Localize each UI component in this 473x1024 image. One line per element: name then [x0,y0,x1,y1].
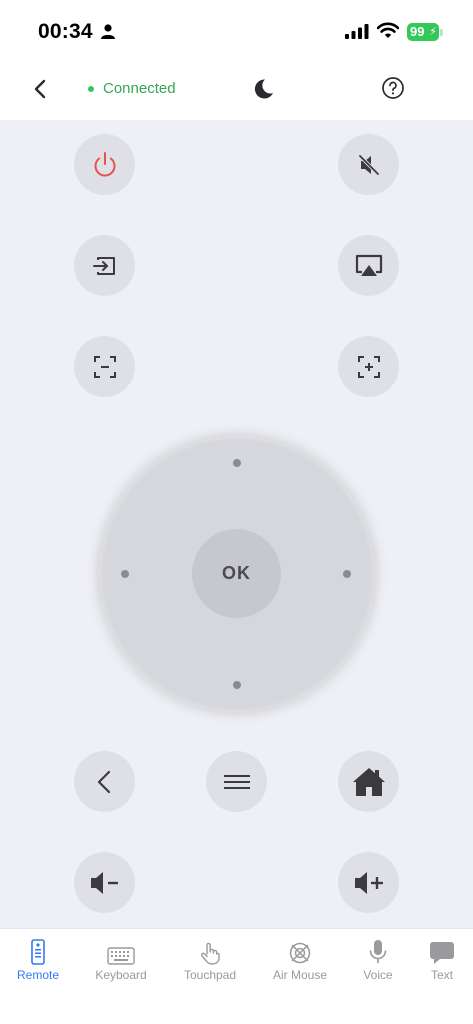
ok-button[interactable]: OK [192,529,281,618]
person-icon [101,24,115,44]
ok-label: OK [222,563,251,583]
dpad-left[interactable] [121,570,129,578]
input-source-icon [92,256,115,275]
power-button[interactable] [74,134,135,195]
status-bar: 00:34 99 ⚡ [0,0,473,60]
dark-mode-button[interactable] [250,76,276,102]
tab-touchpad[interactable]: Touchpad [170,937,250,982]
tab-label: Text [430,968,453,982]
remote-icon [0,937,78,965]
keyboard-icon [81,937,161,965]
menu-button[interactable] [206,751,267,812]
battery-cap [440,29,443,36]
moon-icon [254,79,273,99]
status-time: 00:34 [38,20,93,43]
zoom-in-icon [357,355,380,378]
volume-down-button[interactable] [74,852,135,913]
chat-bubble-icon [402,937,473,965]
connection-dot [88,85,94,92]
air-mouse-icon [260,937,340,965]
screen-mirror-button[interactable] [338,235,399,296]
input-source-button[interactable] [74,235,135,296]
bottom-tab-bar: Remote Keyboard Touchpad Air Mouse Voice… [0,928,473,1024]
help-button[interactable] [381,76,405,100]
speaker-mute-icon [358,154,379,175]
tab-air-mouse[interactable]: Air Mouse [260,937,340,982]
power-icon [94,151,115,176]
back-button[interactable] [28,76,54,102]
zoom-in-button[interactable] [338,336,399,397]
tab-text[interactable]: Text [402,937,473,982]
mute-button[interactable] [338,134,399,195]
menu-icon [223,774,250,789]
home-icon [352,767,385,796]
chevron-left-icon [34,79,46,99]
volume-up-button[interactable] [338,852,399,913]
airplay-icon [355,254,382,276]
connection-status: Connected [88,80,176,97]
volume-up-icon [354,871,383,894]
cellular-signal-icon [345,24,369,44]
question-mark-icon [382,77,404,99]
remote-control-panel: OK [0,120,473,928]
zoom-out-button[interactable] [74,336,135,397]
home-button[interactable] [338,751,399,812]
tab-label: Keyboard [95,968,147,982]
tab-keyboard[interactable]: Keyboard [81,937,161,982]
touchpad-icon [170,937,250,965]
header-bar: Connected [0,60,473,120]
tab-remote[interactable]: Remote [0,937,78,982]
zoom-out-icon [93,355,116,378]
tab-label: Remote [16,968,60,982]
chevron-left-icon [97,770,110,793]
remote-back-button[interactable] [74,751,135,812]
battery-indicator: 99 ⚡ [407,23,439,41]
wifi-icon [376,22,400,44]
tab-label: Touchpad [183,968,237,982]
battery-level: 99 [410,24,425,39]
tab-label: Air Mouse [272,968,328,982]
connection-label: Connected [103,80,176,97]
dpad-down[interactable] [233,681,241,689]
dpad-right[interactable] [343,570,351,578]
directional-pad[interactable]: OK [99,436,375,712]
volume-down-icon [90,871,118,894]
charging-bolt-icon: ⚡ [429,26,437,38]
dpad-up[interactable] [233,459,241,467]
